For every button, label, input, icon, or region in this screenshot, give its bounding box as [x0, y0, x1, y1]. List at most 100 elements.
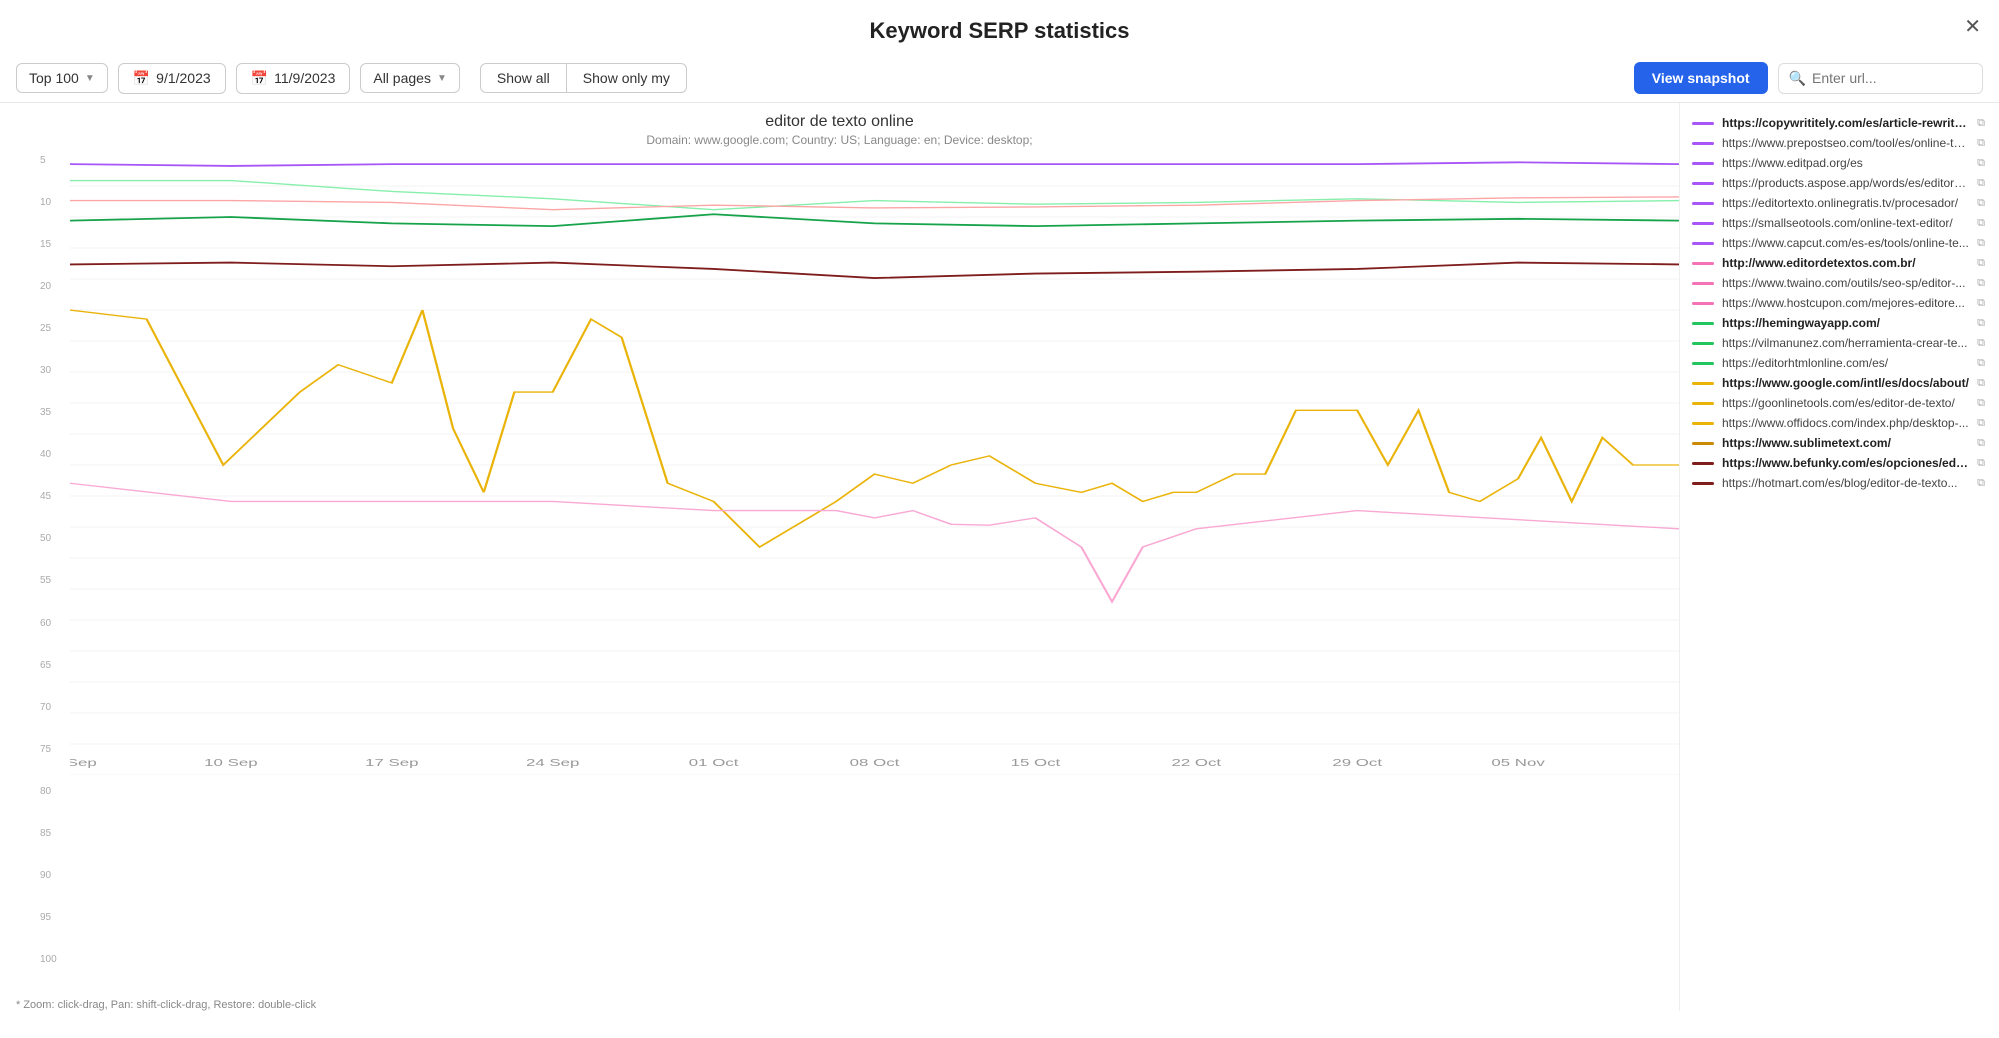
top-filter-label: Top 100: [29, 70, 79, 86]
legend-color-line: [1692, 462, 1714, 465]
external-link-icon[interactable]: ⧉: [1977, 297, 1985, 310]
legend-item[interactable]: https://copywrititely.com/es/article-rew…: [1688, 113, 1989, 133]
legend-color-line: [1692, 242, 1714, 245]
svg-text:03 Sep: 03 Sep: [70, 756, 97, 768]
legend-item[interactable]: https://products.aspose.app/words/es/edi…: [1688, 173, 1989, 193]
show-only-my-button[interactable]: Show only my: [567, 63, 687, 93]
legend-color-line: [1692, 182, 1714, 185]
external-link-icon[interactable]: ⧉: [1977, 377, 1985, 390]
external-link-icon[interactable]: ⧉: [1977, 157, 1985, 170]
external-link-icon[interactable]: ⧉: [1977, 457, 1985, 470]
legend-item[interactable]: https://www.offidocs.com/index.php/deskt…: [1688, 413, 1989, 433]
legend-url-text: https://hemingwayapp.com/: [1722, 316, 1969, 330]
legend-item[interactable]: https://www.twaino.com/outils/seo-sp/edi…: [1688, 273, 1989, 293]
show-toggle-group: Show all Show only my: [480, 63, 687, 93]
y-axis-labels: 510152025 3035404550 5560657075 80859095…: [40, 155, 57, 965]
legend-item[interactable]: https://www.google.com/intl/es/docs/abou…: [1688, 373, 1989, 393]
legend-item[interactable]: https://editorhtmlonline.com/es/ ⧉: [1688, 353, 1989, 373]
external-link-icon[interactable]: ⧉: [1977, 317, 1985, 330]
page-title: Keyword SERP statistics: [0, 0, 1999, 54]
zoom-hint: * Zoom: click-drag, Pan: shift-click-dra…: [0, 995, 1679, 1011]
legend-color-line: [1692, 402, 1714, 405]
legend-color-line: [1692, 302, 1714, 305]
external-link-icon[interactable]: ⧉: [1977, 417, 1985, 430]
legend-url-text: https://www.befunky.com/es/opciones/edit…: [1722, 456, 1969, 470]
date-start-picker[interactable]: 📅 9/1/2023: [118, 63, 226, 94]
show-all-button[interactable]: Show all: [480, 63, 567, 93]
chart-area: editor de texto online Domain: www.googl…: [0, 103, 1679, 1011]
svg-text:08 Oct: 08 Oct: [850, 756, 900, 768]
legend-color-line: [1692, 422, 1714, 425]
legend-panel: https://copywrititely.com/es/article-rew…: [1679, 103, 1999, 1011]
external-link-icon[interactable]: ⧉: [1977, 437, 1985, 450]
svg-text:29 Oct: 29 Oct: [1332, 756, 1382, 768]
legend-url-text: http://www.editordetextos.com.br/: [1722, 256, 1969, 270]
svg-text:01 Oct: 01 Oct: [689, 756, 739, 768]
toolbar: Top 100 ▼ 📅 9/1/2023 📅 11/9/2023 All pag…: [0, 54, 1999, 103]
external-link-icon[interactable]: ⧉: [1977, 137, 1985, 150]
svg-text:10 Sep: 10 Sep: [204, 756, 258, 768]
legend-color-line: [1692, 222, 1714, 225]
external-link-icon[interactable]: ⧉: [1977, 397, 1985, 410]
chevron-down-icon-2: ▼: [437, 73, 447, 84]
calendar-icon-2: 📅: [251, 70, 268, 87]
external-link-icon[interactable]: ⧉: [1977, 217, 1985, 230]
date-start-label: 9/1/2023: [156, 70, 211, 86]
legend-url-text: https://copywrititely.com/es/article-rew…: [1722, 116, 1969, 130]
legend-color-line: [1692, 142, 1714, 145]
calendar-icon: 📅: [133, 70, 150, 87]
legend-color-line: [1692, 382, 1714, 385]
legend-item[interactable]: https://goonlinetools.com/es/editor-de-t…: [1688, 393, 1989, 413]
legend-item[interactable]: https://hotmart.com/es/blog/editor-de-te…: [1688, 473, 1989, 493]
chart-title: editor de texto online: [0, 113, 1679, 131]
top-filter-dropdown[interactable]: Top 100 ▼: [16, 63, 108, 93]
legend-item[interactable]: https://www.prepostseo.com/tool/es/onlin…: [1688, 133, 1989, 153]
pages-filter-dropdown[interactable]: All pages ▼: [360, 63, 460, 93]
legend-color-line: [1692, 282, 1714, 285]
legend-url-text: https://editorhtmlonline.com/es/: [1722, 356, 1969, 370]
legend-url-text: https://hotmart.com/es/blog/editor-de-te…: [1722, 476, 1969, 490]
legend-url-text: https://www.sublimetext.com/: [1722, 436, 1969, 450]
external-link-icon[interactable]: ⧉: [1977, 477, 1985, 490]
legend-item[interactable]: https://smallseotools.com/online-text-ed…: [1688, 213, 1989, 233]
external-link-icon[interactable]: ⧉: [1977, 117, 1985, 130]
url-input[interactable]: [1812, 70, 1972, 86]
legend-color-line: [1692, 322, 1714, 325]
external-link-icon[interactable]: ⧉: [1977, 337, 1985, 350]
serp-chart[interactable]: 03 Sep 10 Sep 17 Sep 24 Sep 01 Oct 08 Oc…: [70, 155, 1679, 775]
external-link-icon[interactable]: ⧉: [1977, 277, 1985, 290]
legend-item[interactable]: https://hemingwayapp.com/ ⧉: [1688, 313, 1989, 333]
legend-item[interactable]: https://www.sublimetext.com/ ⧉: [1688, 433, 1989, 453]
legend-item[interactable]: http://www.editordetextos.com.br/ ⧉: [1688, 253, 1989, 273]
external-link-icon[interactable]: ⧉: [1977, 357, 1985, 370]
legend-url-text: https://www.capcut.com/es-es/tools/onlin…: [1722, 236, 1969, 250]
legend-item[interactable]: https://www.befunky.com/es/opciones/edit…: [1688, 453, 1989, 473]
chart-container[interactable]: 510152025 3035404550 5560657075 80859095…: [40, 155, 1679, 995]
view-snapshot-button[interactable]: View snapshot: [1634, 62, 1768, 94]
external-link-icon[interactable]: ⧉: [1977, 257, 1985, 270]
legend-url-text: https://www.google.com/intl/es/docs/abou…: [1722, 376, 1969, 390]
legend-color-line: [1692, 202, 1714, 205]
legend-color-line: [1692, 342, 1714, 345]
chevron-down-icon: ▼: [85, 73, 95, 84]
svg-text:17 Sep: 17 Sep: [365, 756, 419, 768]
svg-text:15 Oct: 15 Oct: [1011, 756, 1061, 768]
external-link-icon[interactable]: ⧉: [1977, 197, 1985, 210]
svg-text:22 Oct: 22 Oct: [1171, 756, 1221, 768]
legend-item[interactable]: https://www.hostcupon.com/mejores-editor…: [1688, 293, 1989, 313]
close-button[interactable]: ✕: [1964, 14, 1981, 39]
main-content: editor de texto online Domain: www.googl…: [0, 103, 1999, 1011]
legend-item[interactable]: https://editortexto.onlinegratis.tv/proc…: [1688, 193, 1989, 213]
legend-url-text: https://www.offidocs.com/index.php/deskt…: [1722, 416, 1969, 430]
svg-text:05 Nov: 05 Nov: [1491, 756, 1544, 768]
legend-item[interactable]: https://www.capcut.com/es-es/tools/onlin…: [1688, 233, 1989, 253]
external-link-icon[interactable]: ⧉: [1977, 237, 1985, 250]
legend-url-text: https://products.aspose.app/words/es/edi…: [1722, 176, 1969, 190]
date-end-picker[interactable]: 📅 11/9/2023: [236, 63, 351, 94]
url-search-box: 🔍: [1778, 63, 1983, 94]
legend-item[interactable]: https://vilmanunez.com/herramienta-crear…: [1688, 333, 1989, 353]
external-link-icon[interactable]: ⧉: [1977, 177, 1985, 190]
legend-item[interactable]: https://www.editpad.org/es⧉: [1688, 153, 1989, 173]
legend-url-text: https://editortexto.onlinegratis.tv/proc…: [1722, 196, 1969, 210]
legend-url-text: https://smallseotools.com/online-text-ed…: [1722, 216, 1969, 230]
